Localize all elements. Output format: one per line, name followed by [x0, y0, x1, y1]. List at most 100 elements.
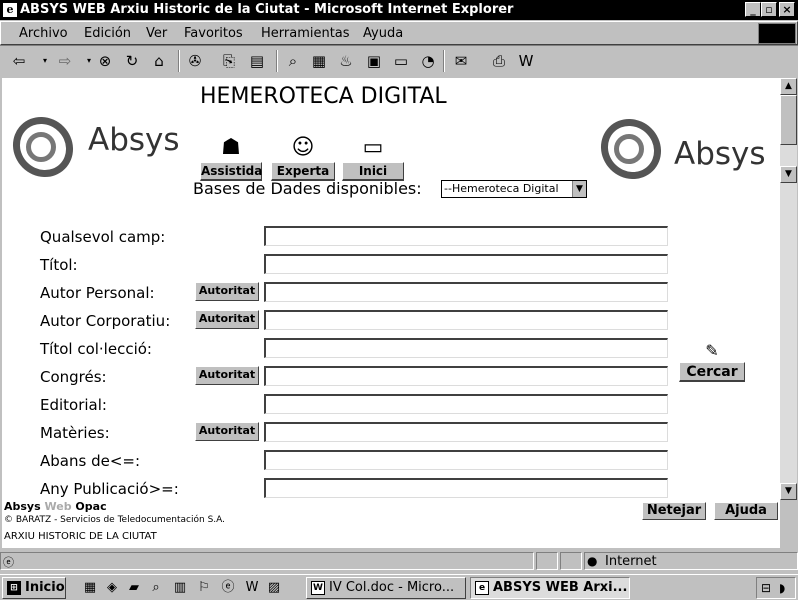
- vertical-scrollbar[interactable]: ▲ ▼ ▼: [780, 78, 797, 500]
- windows-flag-icon: ⊞: [7, 581, 21, 595]
- image-icon[interactable]: ▨: [266, 580, 282, 596]
- footer-brand: Absys Web Opac: [4, 500, 107, 513]
- system-tray: ⊟ ◗: [756, 577, 796, 599]
- paste-icon[interactable]: ▤: [248, 52, 266, 70]
- refresh-icon[interactable]: ↻: [123, 52, 141, 70]
- minimize-button[interactable]: _: [745, 2, 761, 17]
- absys-logo-left: Absys: [2, 104, 186, 190]
- back-dropdown-icon[interactable]: ▾: [36, 52, 54, 70]
- ajuda-button[interactable]: Ajuda: [714, 502, 778, 520]
- inici-button[interactable]: ▭ Inici: [342, 134, 404, 181]
- materies-authority-button[interactable]: Autoritat: [195, 422, 259, 441]
- database-select[interactable]: --Hemeroteca Digital ▼: [441, 180, 587, 198]
- channels-icon[interactable]: ▣: [365, 52, 383, 70]
- mail-icon[interactable]: ✉: [452, 52, 470, 70]
- field-label: Editorial:: [40, 396, 107, 414]
- absys-logo-right: Absys: [588, 106, 776, 192]
- field-label: Any Publicació>=:: [40, 480, 179, 498]
- congres-authority-button[interactable]: Autoritat: [195, 366, 259, 385]
- page-footer: Absys Web Opac © BARATZ - Servicios de T…: [2, 500, 780, 548]
- scroll-down-icon[interactable]: ▼: [780, 483, 797, 500]
- media-icon[interactable]: ◔: [419, 52, 437, 70]
- back-icon[interactable]: ⇦: [10, 52, 28, 70]
- print-icon[interactable]: ⎙: [490, 52, 508, 70]
- menu-archivo[interactable]: Archivo: [19, 26, 68, 41]
- folder-icon[interactable]: ▭: [392, 52, 410, 70]
- page-icon: ⓔ: [3, 556, 14, 569]
- experta-button[interactable]: ☺ Experta: [271, 134, 335, 181]
- notepad-icon[interactable]: ▰: [126, 580, 142, 596]
- autor-corporatiu-authority-button[interactable]: Autoritat: [195, 310, 259, 329]
- home-computer-icon: ▭: [362, 135, 384, 160]
- start-button[interactable]: ⊞ Inicio: [2, 577, 66, 599]
- copyright-icon: ©: [4, 515, 13, 525]
- field-label: Matèries:: [40, 424, 110, 442]
- assistida-button[interactable]: ☗ Assistida: [200, 134, 262, 181]
- close-button[interactable]: ×: [779, 2, 795, 17]
- word-icon[interactable]: W: [244, 580, 260, 596]
- menu-ver[interactable]: Ver: [146, 26, 167, 41]
- toolbar-separator: [178, 50, 180, 72]
- globe-icon: ●: [587, 554, 598, 568]
- internet-explorer-icon[interactable]: ⓔ: [220, 580, 236, 596]
- taskbar: ⊞ Inicio ▦ ◈ ▰ ⌕ ▥ ⚐ ⓔ W ▨ W IV Col.doc …: [0, 574, 798, 600]
- search-icon[interactable]: ⌕: [284, 52, 302, 70]
- scroll-up-icon[interactable]: ▲: [780, 78, 797, 95]
- titol-input[interactable]: [264, 254, 668, 274]
- scroll-down-icon[interactable]: ▼: [780, 166, 797, 183]
- task-absys-browser[interactable]: e ABSYS WEB Arxi...: [470, 577, 630, 599]
- home-icon[interactable]: ⌂: [150, 52, 168, 70]
- qualsevol-camp-input[interactable]: [264, 226, 668, 246]
- calculator-icon[interactable]: ▥: [172, 580, 188, 596]
- toolbar-separator: [276, 50, 278, 72]
- scroll-thumb[interactable]: [780, 95, 797, 145]
- restore-button[interactable]: ▫: [761, 2, 777, 17]
- congres-input[interactable]: [264, 366, 668, 386]
- field-label: Autor Corporatiu:: [40, 312, 171, 330]
- toolbar: ⇦ ▾ ⇨ ▾ ⊗ ↻ ⌂ ✇ ⎘ ▤ ⌕ ▦ ♨ ▣ ▭ ◔ ✉ ⎙ W: [0, 45, 798, 75]
- logo-text: Absys: [674, 136, 766, 172]
- expert-face-icon: ☺: [291, 135, 315, 160]
- zone-panel: ● Internet: [584, 552, 798, 570]
- cercar-button[interactable]: ✎ Cercar: [679, 340, 745, 382]
- internet-explorer-icon: e: [475, 581, 489, 595]
- forward-icon[interactable]: ⇨: [56, 52, 74, 70]
- word-edit-icon[interactable]: W: [517, 52, 535, 70]
- logo-text: Absys: [88, 122, 180, 158]
- chevron-down-icon: ▼: [572, 181, 586, 197]
- netejar-button[interactable]: Netejar: [642, 502, 706, 520]
- autor-personal-input[interactable]: [264, 282, 668, 302]
- menu-edicion[interactable]: Edición: [84, 26, 131, 41]
- volume-icon[interactable]: ◗: [779, 581, 785, 595]
- autor-corporatiu-input[interactable]: [264, 310, 668, 330]
- autor-personal-authority-button[interactable]: Autoritat: [195, 282, 259, 301]
- explorer-icon[interactable]: ⌕: [148, 580, 164, 596]
- presentation-icon[interactable]: ⚐: [196, 580, 212, 596]
- status-panel: [536, 552, 558, 570]
- databases-label: Bases de Dades disponibles:: [193, 179, 422, 198]
- assistant-icon: ☗: [221, 135, 241, 160]
- status-bar: ⓔ ● Internet: [0, 550, 798, 572]
- field-label: Títol col·lecció:: [40, 340, 152, 358]
- windows-logo-icon: [758, 23, 796, 44]
- menu-favoritos[interactable]: Favoritos: [184, 26, 243, 41]
- menu-herramientas[interactable]: Herramientas: [261, 26, 350, 41]
- materies-input[interactable]: [264, 422, 668, 442]
- history-icon[interactable]: ♨: [337, 52, 355, 70]
- task-word-document[interactable]: W IV Col.doc - Micro...: [306, 577, 466, 599]
- outlook-icon[interactable]: ◈: [104, 580, 120, 596]
- editorial-input[interactable]: [264, 394, 668, 414]
- menu-ayuda[interactable]: Ayuda: [363, 26, 403, 41]
- abans-de-input[interactable]: [264, 450, 668, 470]
- favorites-icon[interactable]: ▦: [310, 52, 328, 70]
- field-label: Qualsevol camp:: [40, 228, 166, 246]
- field-label: Congrés:: [40, 368, 107, 386]
- network-icon[interactable]: ⊟: [761, 581, 771, 595]
- desktop-icon[interactable]: ▦: [82, 580, 98, 596]
- stop-icon[interactable]: ⊗: [96, 52, 114, 70]
- copy-icon[interactable]: ⎘: [220, 52, 238, 70]
- window-title: ABSYS WEB Arxiu Historic de la Ciutat - …: [20, 2, 514, 17]
- any-publicacio-input[interactable]: [264, 478, 668, 498]
- encoding-icon[interactable]: ✇: [186, 52, 204, 70]
- titol-colleccio-input[interactable]: [264, 338, 668, 358]
